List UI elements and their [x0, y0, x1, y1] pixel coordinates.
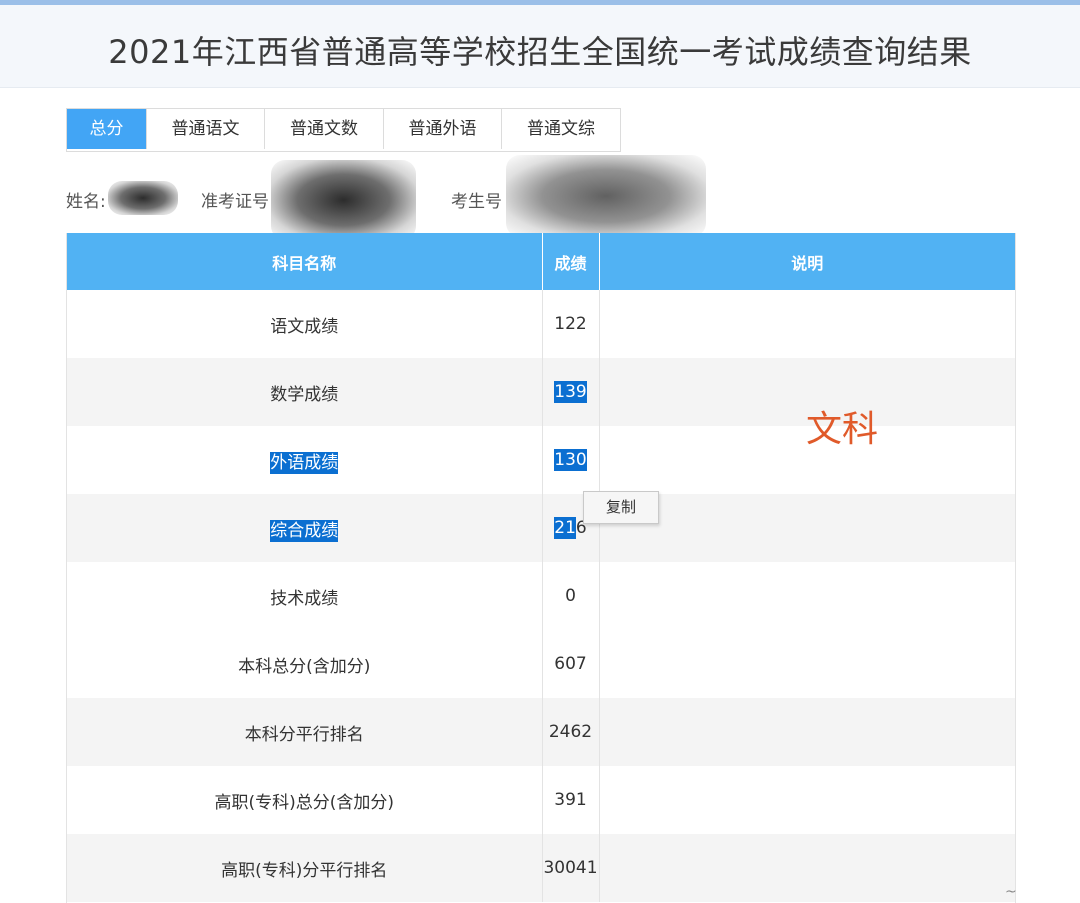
table-row: 本科总分(含加分) 607	[67, 630, 1015, 698]
score-cell: 139	[542, 358, 600, 426]
score-table: 科目名称 成绩 说明 语文成绩 122 数学成绩 139 外语成绩 130 综合…	[67, 233, 1015, 902]
name-label: 姓名:	[66, 192, 106, 212]
subject-cell: 高职(专科)分平行排名	[67, 834, 543, 902]
score-cell: 130	[542, 426, 600, 494]
redacted-student-id	[506, 155, 706, 237]
subject-cell: 高职(专科)总分(含加分)	[67, 766, 543, 834]
score-cell: 0	[542, 562, 600, 630]
tab-foreign-language[interactable]: 普通外语	[384, 109, 502, 149]
header-subject: 科目名称	[67, 233, 543, 290]
subject-cell: 外语成绩	[67, 426, 543, 494]
copy-context-menu: 复制	[583, 491, 659, 524]
table-row: 技术成绩 0	[67, 562, 1015, 630]
annotation-text: 文科	[806, 409, 879, 450]
student-id-label: 考生号	[451, 192, 502, 212]
redacted-exam-id	[271, 160, 416, 240]
table-header-row: 科目名称 成绩 说明	[67, 233, 1015, 290]
score-cell: 2462	[542, 698, 600, 766]
note-cell	[599, 630, 1015, 698]
selected-text[interactable]: 21	[554, 517, 576, 539]
tab-math[interactable]: 普通文数	[265, 109, 384, 149]
subject-cell: 综合成绩	[67, 494, 543, 562]
score-cell: 607	[542, 630, 600, 698]
note-cell	[599, 698, 1015, 766]
score-cell: 30041	[542, 834, 600, 902]
tab-total[interactable]: 总分	[67, 109, 147, 149]
note-cell	[599, 562, 1015, 630]
redacted-name	[108, 181, 178, 215]
note-cell	[599, 290, 1015, 358]
copy-menu-item[interactable]: 复制	[606, 498, 636, 516]
tab-bar: 总分 普通语文 普通文数 普通外语 普通文综	[66, 108, 621, 152]
subject-cell: 语文成绩	[67, 290, 543, 358]
page-header: 2021年江西省普通高等学校招生全国统一考试成绩查询结果	[0, 5, 1080, 88]
selected-text[interactable]: 综合成绩	[270, 519, 339, 542]
tab-chinese[interactable]: 普通语文	[147, 109, 265, 149]
score-cell: 391	[542, 766, 600, 834]
note-cell	[599, 834, 1015, 902]
note-cell	[599, 766, 1015, 834]
note-cell	[599, 494, 1015, 562]
page-title: 2021年江西省普通高等学校招生全国统一考试成绩查询结果	[108, 33, 972, 71]
subject-cell: 数学成绩	[67, 358, 543, 426]
table-row: 高职(专科)分平行排名 30041	[67, 834, 1015, 902]
table-row: 综合成绩 216	[67, 494, 1015, 562]
selected-text[interactable]: 外语成绩	[270, 451, 339, 474]
table-row: 高职(专科)总分(含加分) 391	[67, 766, 1015, 834]
exam-id-label: 准考证号	[201, 192, 269, 212]
selected-text[interactable]: 130	[554, 449, 587, 471]
table-row: 语文成绩 122	[67, 290, 1015, 358]
subject-cell: 本科总分(含加分)	[67, 630, 543, 698]
score-table-container: 科目名称 成绩 说明 语文成绩 122 数学成绩 139 外语成绩 130 综合…	[66, 233, 1016, 903]
tab-comprehensive[interactable]: 普通文综	[502, 109, 620, 149]
candidate-info: 姓名: 准考证号 考生号	[66, 155, 766, 240]
table-row: 本科分平行排名 2462	[67, 698, 1015, 766]
watermark-mark: ~	[1005, 884, 1017, 900]
score-cell: 122	[542, 290, 600, 358]
header-note: 说明	[599, 233, 1015, 290]
selected-text[interactable]: 139	[554, 381, 587, 403]
header-score: 成绩	[542, 233, 600, 290]
subject-cell: 本科分平行排名	[67, 698, 543, 766]
subject-cell: 技术成绩	[67, 562, 543, 630]
